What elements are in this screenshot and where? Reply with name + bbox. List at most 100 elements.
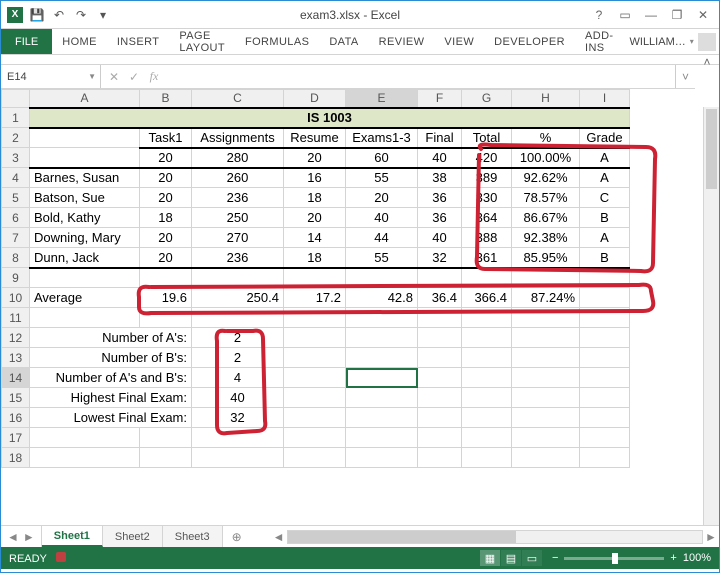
cell[interactable]: 87.24% bbox=[512, 288, 580, 308]
ribbon-collapse-button[interactable]: ˄ bbox=[695, 55, 719, 69]
vertical-scrollbar[interactable] bbox=[703, 107, 719, 525]
cell[interactable]: 40 bbox=[418, 228, 462, 248]
select-all-button[interactable] bbox=[2, 90, 30, 108]
cell[interactable]: 389 bbox=[462, 168, 512, 188]
cell[interactable] bbox=[462, 408, 512, 428]
cell[interactable] bbox=[30, 148, 140, 168]
cell[interactable]: 20 bbox=[284, 208, 346, 228]
row-header[interactable]: 13 bbox=[2, 348, 30, 368]
zoom-in-button[interactable]: + bbox=[670, 552, 676, 564]
row-header[interactable]: 16 bbox=[2, 408, 30, 428]
cell[interactable]: 42.8 bbox=[346, 288, 418, 308]
cell[interactable]: A bbox=[580, 228, 630, 248]
cell[interactable]: 361 bbox=[462, 248, 512, 268]
row-header[interactable]: 18 bbox=[2, 448, 30, 468]
cell[interactable]: 280 bbox=[192, 148, 284, 168]
cell[interactable] bbox=[418, 328, 462, 348]
cell[interactable] bbox=[580, 368, 630, 388]
row-header[interactable]: 9 bbox=[2, 268, 30, 288]
help-button[interactable]: ? bbox=[587, 5, 611, 25]
cell[interactable]: 19.6 bbox=[140, 288, 192, 308]
sheet-nav-next[interactable]: ► bbox=[23, 530, 35, 544]
cell[interactable]: B bbox=[580, 208, 630, 228]
cell[interactable] bbox=[418, 408, 462, 428]
cell[interactable]: 20 bbox=[140, 248, 192, 268]
cell[interactable] bbox=[346, 348, 418, 368]
zoom-slider[interactable] bbox=[564, 557, 664, 560]
cell[interactable]: 20 bbox=[140, 228, 192, 248]
sheet-nav-prev[interactable]: ◄ bbox=[7, 530, 19, 544]
cell[interactable]: 60 bbox=[346, 148, 418, 168]
cell[interactable] bbox=[462, 348, 512, 368]
cell[interactable]: 250 bbox=[192, 208, 284, 228]
new-sheet-button[interactable]: ⊕ bbox=[223, 526, 251, 547]
row-header[interactable]: 11 bbox=[2, 308, 30, 328]
cancel-formula-button[interactable]: ✕ bbox=[105, 70, 123, 84]
cell[interactable]: Assignments bbox=[192, 128, 284, 148]
cell[interactable] bbox=[284, 368, 346, 388]
ribbon-tab-formulas[interactable]: FORMULAS bbox=[235, 29, 319, 54]
cell[interactable]: 17.2 bbox=[284, 288, 346, 308]
row-header[interactable]: 12 bbox=[2, 328, 30, 348]
row-header[interactable]: 8 bbox=[2, 248, 30, 268]
cell[interactable]: Grade bbox=[580, 128, 630, 148]
name-box[interactable]: E14 ▼ bbox=[1, 65, 101, 88]
close-button[interactable]: ✕ bbox=[691, 5, 715, 25]
cell[interactable] bbox=[418, 368, 462, 388]
col-header-G[interactable]: G bbox=[462, 90, 512, 108]
enter-formula-button[interactable]: ✓ bbox=[125, 70, 143, 84]
cell[interactable]: 4 bbox=[192, 368, 284, 388]
col-header-D[interactable]: D bbox=[284, 90, 346, 108]
cell[interactable]: 366.4 bbox=[462, 288, 512, 308]
cell[interactable]: 38 bbox=[418, 168, 462, 188]
cell[interactable] bbox=[418, 388, 462, 408]
cell[interactable]: 36 bbox=[418, 208, 462, 228]
row-header[interactable]: 4 bbox=[2, 168, 30, 188]
cell[interactable]: 270 bbox=[192, 228, 284, 248]
cell[interactable]: 330 bbox=[462, 188, 512, 208]
view-page-layout-button[interactable]: ▤ bbox=[501, 550, 521, 566]
cell[interactable]: 260 bbox=[192, 168, 284, 188]
customize-qat-button[interactable]: ▾ bbox=[93, 5, 113, 25]
cell[interactable]: Final bbox=[418, 128, 462, 148]
cell[interactable]: IS 1003 bbox=[30, 108, 630, 128]
cell[interactable]: Resume bbox=[284, 128, 346, 148]
cell[interactable]: 420 bbox=[462, 148, 512, 168]
row-header[interactable]: 5 bbox=[2, 188, 30, 208]
cell[interactable]: 250.4 bbox=[192, 288, 284, 308]
undo-button[interactable]: ↶ bbox=[49, 5, 69, 25]
cell[interactable]: 40 bbox=[192, 388, 284, 408]
cell[interactable]: C bbox=[580, 188, 630, 208]
row-header[interactable]: 2 bbox=[2, 128, 30, 148]
horizontal-scrollbar[interactable]: ◄► bbox=[271, 526, 719, 547]
cell[interactable] bbox=[284, 328, 346, 348]
macro-record-icon[interactable] bbox=[56, 552, 66, 562]
cell[interactable] bbox=[418, 348, 462, 368]
cell[interactable]: Highest Final Exam: bbox=[30, 388, 192, 408]
col-header-A[interactable]: A bbox=[30, 90, 140, 108]
cell[interactable]: Barnes, Susan bbox=[30, 168, 140, 188]
cell[interactable]: Total bbox=[462, 128, 512, 148]
ribbon-tab-developer[interactable]: DEVELOPER bbox=[484, 29, 575, 54]
cell[interactable] bbox=[512, 348, 580, 368]
ribbon-tab-data[interactable]: DATA bbox=[319, 29, 368, 54]
zoom-level[interactable]: 100% bbox=[683, 552, 711, 564]
cell[interactable]: Dunn, Jack bbox=[30, 248, 140, 268]
row-header[interactable]: 1 bbox=[2, 108, 30, 128]
cell[interactable]: 44 bbox=[346, 228, 418, 248]
ribbon-tab-addins[interactable]: ADD-INS bbox=[575, 29, 624, 54]
cell[interactable]: Number of B's: bbox=[30, 348, 192, 368]
formula-input[interactable] bbox=[167, 65, 675, 88]
row-header[interactable]: 14 bbox=[2, 368, 30, 388]
row-header[interactable]: 10 bbox=[2, 288, 30, 308]
cell[interactable]: 236 bbox=[192, 188, 284, 208]
file-tab[interactable]: FILE bbox=[1, 29, 52, 54]
cell[interactable]: 18 bbox=[140, 208, 192, 228]
cell[interactable]: 32 bbox=[192, 408, 284, 428]
cell[interactable]: 55 bbox=[346, 248, 418, 268]
sheet-tab[interactable]: Sheet3 bbox=[163, 526, 223, 547]
save-button[interactable]: 💾 bbox=[27, 5, 47, 25]
cell[interactable] bbox=[346, 408, 418, 428]
cell[interactable]: Number of A's and B's: bbox=[30, 368, 192, 388]
col-header-H[interactable]: H bbox=[512, 90, 580, 108]
